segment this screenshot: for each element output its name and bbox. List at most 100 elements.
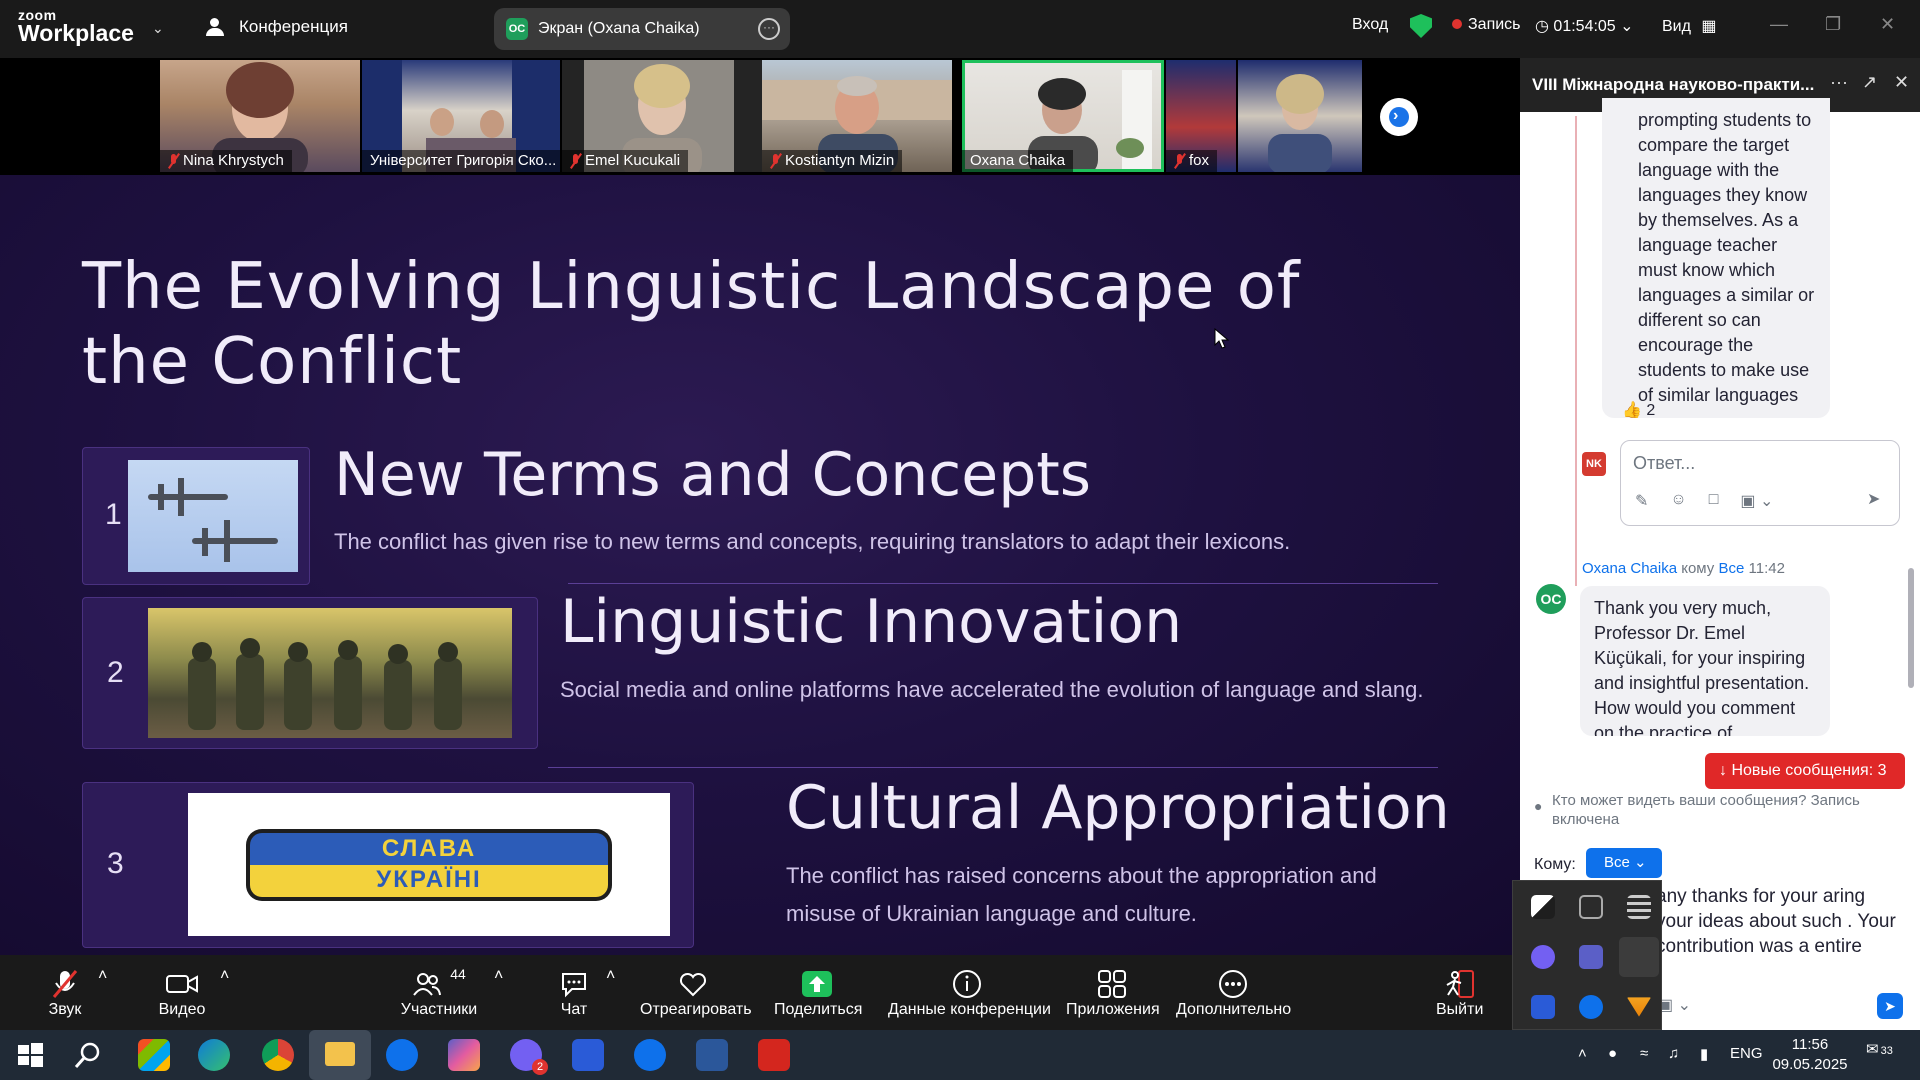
share-screen-button[interactable]: Поделиться	[774, 967, 862, 1019]
tile-label: Університет Григорія Ско...	[362, 150, 560, 172]
chat-title: VIII Міжнародна науково-практи...	[1532, 75, 1815, 94]
send-icon[interactable]: ➤	[1867, 489, 1889, 511]
sender-to: кому	[1681, 560, 1715, 577]
video-tile[interactable]: Nina Khrystych	[160, 60, 360, 172]
file-explorer-taskbar[interactable]	[309, 1030, 371, 1080]
webex-tray-icon[interactable]	[1531, 995, 1555, 1019]
store-icon[interactable]	[138, 1039, 170, 1071]
participant-video	[1268, 74, 1332, 172]
audio-options-caret[interactable]: ˄	[98, 967, 107, 985]
meeting-timer[interactable]: ◷ 01:54:05 ⌄	[1535, 16, 1634, 36]
mic-muted-icon	[40, 967, 90, 1001]
next-page-button[interactable]: ›	[1380, 98, 1418, 136]
chat-options-caret[interactable]: ˄	[606, 967, 615, 985]
microphone-icon[interactable]: ●	[1608, 1045, 1617, 1062]
zoom-workplace-icon[interactable]	[634, 1039, 666, 1071]
record-indicator[interactable]: Запись	[1452, 16, 1521, 34]
leave-button[interactable]: Выйти	[1436, 967, 1483, 1019]
send-message-button[interactable]: ➤	[1877, 993, 1903, 1019]
video-button[interactable]: Видео	[156, 967, 208, 1019]
divider	[568, 583, 1438, 584]
word-icon[interactable]	[696, 1039, 728, 1071]
sender-avatar: OC	[1536, 584, 1566, 614]
chat-label: Чат	[560, 1001, 588, 1018]
file-icon[interactable]: □	[1709, 491, 1719, 511]
onedrive-off-icon[interactable]	[1579, 895, 1603, 919]
system-clock[interactable]: 11:56 09.05.2025	[1770, 1035, 1850, 1075]
new-messages-button[interactable]: ↓ Новые сообщения: 3	[1705, 753, 1905, 789]
participants-button[interactable]: 44 Участники	[396, 966, 482, 1019]
video-tile-active[interactable]: Oxana Chaika	[962, 60, 1164, 172]
audio-button[interactable]: Звук	[40, 967, 90, 1019]
screen: zoom Workplace ⌄ Конференция OC Экран (O…	[0, 0, 1920, 1080]
pen-tray-icon[interactable]	[1619, 937, 1659, 977]
react-button[interactable]: Отреагировать	[640, 967, 752, 1019]
screenshot-icon[interactable]: ▣ ⌄	[1658, 995, 1691, 1015]
close-icon[interactable]: ✕	[1894, 72, 1909, 93]
timer-value: 01:54:05	[1553, 18, 1616, 35]
reaction-thumbs-up[interactable]: 👍 2	[1622, 400, 1655, 420]
search-icon[interactable]	[72, 1039, 104, 1071]
emoji-icon[interactable]: ☺	[1670, 491, 1686, 511]
zoom-logo[interactable]: zoom Workplace	[18, 8, 134, 45]
video-tile[interactable]: fox	[1166, 60, 1236, 172]
settings-list-icon[interactable]	[1627, 895, 1651, 919]
view-menu[interactable]: Вид ▦	[1662, 16, 1717, 36]
thread-line	[1575, 116, 1577, 586]
chevron-down-icon[interactable]: ⌄	[152, 20, 164, 37]
battery-icon[interactable]: ▮	[1700, 1045, 1708, 1063]
viber-icon[interactable]: 2	[510, 1039, 548, 1075]
signin-link[interactable]: Вход	[1352, 16, 1388, 34]
video-tile[interactable]: Університет Григорія Ско...	[362, 60, 560, 172]
more-options-icon[interactable]: ···	[1830, 72, 1848, 93]
chrome-icon[interactable]	[262, 1039, 294, 1071]
tray-overflow-popup	[1512, 880, 1662, 1030]
acrobat-icon[interactable]	[758, 1039, 790, 1071]
close-icon[interactable]: ✕	[1880, 14, 1895, 35]
video-options-caret[interactable]: ˄	[220, 967, 229, 985]
wifi-icon[interactable]: ≈	[1640, 1045, 1648, 1062]
new-messages-label: Новые сообщения: 3	[1731, 762, 1887, 779]
language-indicator[interactable]: ENG	[1730, 1045, 1763, 1062]
teams-tray-icon[interactable]	[1579, 945, 1603, 969]
reply-input[interactable]: Ответ... ✎ ☺ □ ▣ ⌄ ➤	[1620, 440, 1900, 526]
security-shield-icon[interactable]	[1410, 14, 1432, 38]
volume-muted-icon[interactable]: ♫	[1668, 1045, 1679, 1062]
zoom-tray-icon[interactable]	[1579, 995, 1603, 1019]
privacy-notice[interactable]: Кто может видеть ваши сообщения? Запись …	[1552, 791, 1902, 829]
chat-scrollbar[interactable]	[1908, 568, 1914, 688]
sender-name[interactable]: Oxana Chaika	[1582, 560, 1677, 577]
screen-share-pill[interactable]: OC Экран (Oxana Chaika) ···	[494, 8, 790, 50]
chat-button[interactable]: Чат	[556, 967, 592, 1019]
maximize-icon[interactable]: ❐	[1825, 14, 1841, 35]
viber-tray-icon[interactable]	[1531, 945, 1555, 969]
download-tray-icon[interactable]	[1627, 997, 1651, 1017]
minimize-icon[interactable]: —	[1770, 14, 1788, 35]
conference-menu[interactable]: Конференция	[205, 17, 348, 37]
format-icon[interactable]: ✎	[1635, 491, 1648, 511]
info-label: Данные конференции	[888, 1001, 1051, 1018]
copilot-icon[interactable]	[448, 1039, 480, 1071]
video-tile[interactable]: Kostiantyn Mizin	[762, 60, 952, 172]
screenshot-icon[interactable]: ▣ ⌄	[1740, 491, 1773, 511]
share-screen-icon	[774, 967, 860, 1001]
item-card: 1	[82, 447, 310, 585]
webex-icon[interactable]	[572, 1039, 604, 1071]
participants-options-caret[interactable]: ˄	[494, 967, 503, 985]
windows-start-icon[interactable]	[14, 1039, 46, 1071]
video-tile[interactable]	[1238, 60, 1362, 172]
more-options-icon[interactable]: ···	[758, 18, 780, 40]
apps-button[interactable]: Приложения	[1066, 967, 1160, 1019]
user-icon: ●	[1534, 798, 1543, 814]
antivirus-tray-icon[interactable]	[1531, 895, 1555, 919]
pop-out-icon[interactable]: ↗	[1862, 72, 1877, 93]
video-tile[interactable]: Emel Kucukali	[562, 60, 762, 172]
recipient-select[interactable]: Все ⌄	[1586, 848, 1662, 878]
chevron-up-icon[interactable]: ˄	[1578, 1045, 1587, 1062]
zoom-taskbar-icon[interactable]	[386, 1039, 418, 1071]
logo-line2: Workplace	[18, 20, 134, 46]
meeting-info-button[interactable]: Данные конференции	[888, 967, 1051, 1019]
notifications-icon[interactable]: ✉ 33	[1866, 1040, 1893, 1058]
more-button[interactable]: Дополнительно	[1176, 967, 1291, 1019]
edge-icon[interactable]	[198, 1039, 230, 1071]
